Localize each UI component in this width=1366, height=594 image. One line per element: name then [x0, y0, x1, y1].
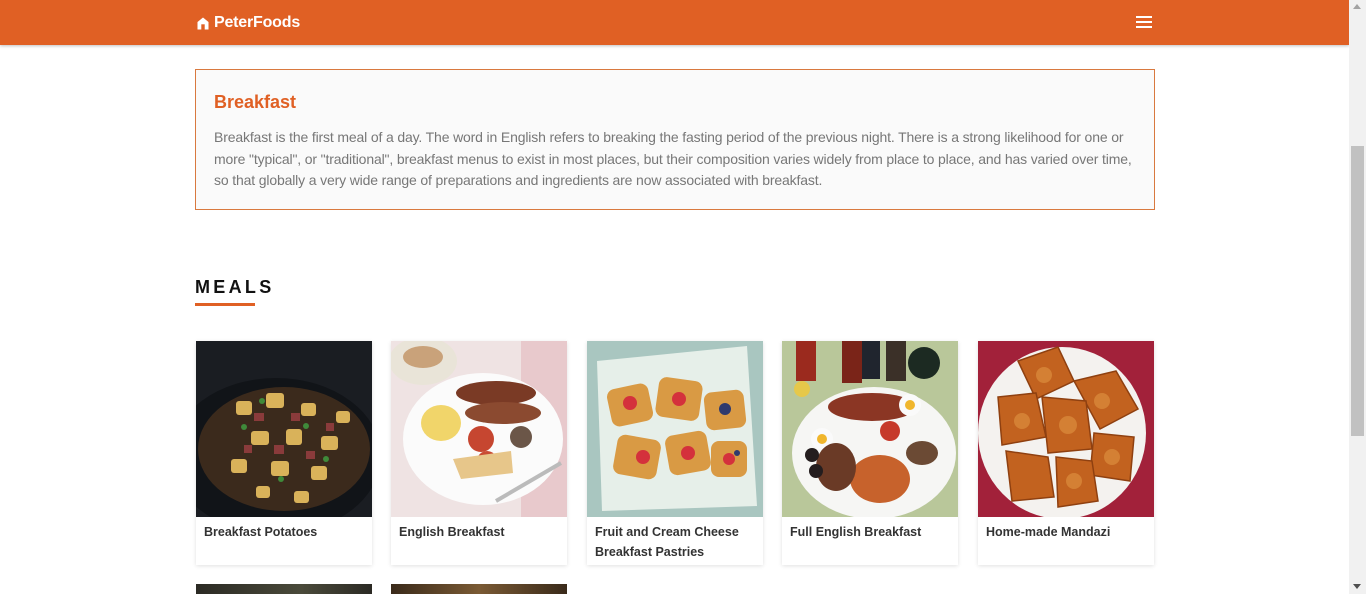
top-navbar: PeterFoods — [0, 0, 1349, 45]
meal-name[interactable]: Home-made Mandazi — [978, 517, 1154, 542]
heading-underline — [195, 303, 255, 306]
category-title: Breakfast — [214, 92, 297, 112]
meal-name[interactable]: Breakfast Potatoes — [196, 517, 372, 542]
meal-card[interactable]: Fruit and Cream Cheese Breakfast Pastrie… — [587, 341, 763, 565]
meal-image[interactable] — [782, 341, 958, 517]
hamburger-menu-icon[interactable] — [1134, 13, 1154, 31]
meal-name[interactable]: English Breakfast — [391, 517, 567, 542]
meal-image[interactable] — [391, 341, 567, 517]
category-description: Breakfast is the first meal of a day. Th… — [214, 129, 1132, 188]
home-icon — [197, 17, 209, 30]
meal-card[interactable]: English Breakfast — [391, 341, 567, 565]
meals-heading: MEALS — [195, 277, 275, 297]
meal-card[interactable]: Full English Breakfast — [782, 341, 958, 565]
scroll-down-arrow-icon[interactable] — [1353, 584, 1361, 589]
meal-card[interactable]: Home-made Mandazi — [978, 341, 1154, 565]
brand-link[interactable]: PeterFoods — [197, 12, 300, 34]
meal-name[interactable]: Full English Breakfast — [782, 517, 958, 542]
brand-name: PeterFoods — [214, 14, 301, 31]
meal-image[interactable] — [196, 584, 372, 594]
meal-image[interactable] — [978, 341, 1154, 517]
meal-image[interactable] — [391, 584, 567, 594]
meal-card[interactable] — [391, 584, 567, 594]
meal-card[interactable] — [196, 584, 372, 594]
vertical-scrollbar[interactable] — [1349, 0, 1366, 594]
meal-image[interactable] — [587, 341, 763, 517]
scroll-up-arrow-icon[interactable] — [1353, 4, 1361, 9]
category-description-box: Breakfast Breakfast is the first meal of… — [195, 69, 1155, 210]
meal-card[interactable]: Breakfast Potatoes — [196, 341, 372, 565]
meal-name[interactable]: Fruit and Cream Cheese Breakfast Pastrie… — [587, 517, 763, 562]
scrollbar-thumb[interactable] — [1351, 146, 1364, 436]
meal-image[interactable] — [196, 341, 372, 517]
